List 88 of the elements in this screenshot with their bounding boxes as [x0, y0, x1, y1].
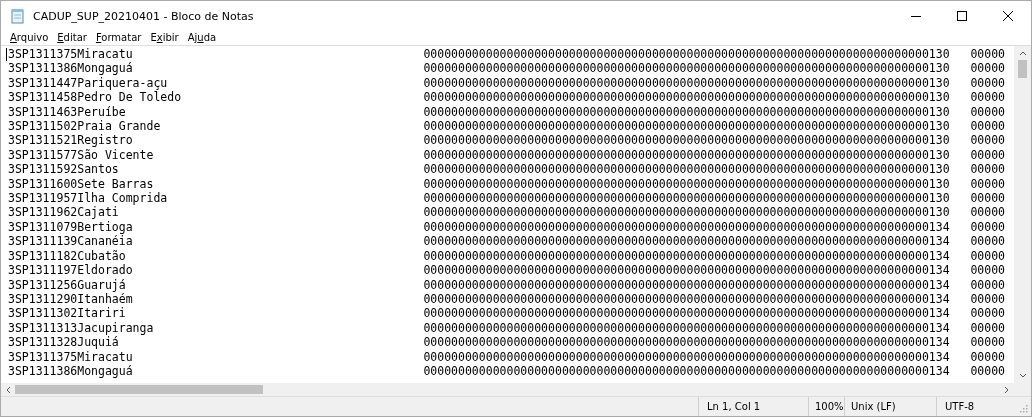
text-line: 0000000000000000000000000000000000000000000000000000000000000000000000000134	[423, 248, 950, 264]
text-line: 00000	[970, 191, 1005, 206]
cursor-position: Ln 1, Col 1	[698, 397, 808, 416]
text-line: 3SP1311447Pariquera-açu	[8, 75, 169, 91]
encoding: UTF-8	[936, 397, 1020, 416]
text-line: 3SP1311197Eldorado	[8, 263, 134, 278]
window-title: CADUP_SUP_20210401 - Bloco de Notas	[33, 9, 254, 23]
text-line: 3SP1311957Ilha Comprida	[8, 191, 169, 206]
resize-grip-icon[interactable]	[1020, 405, 1028, 413]
text-line: 00000	[970, 147, 1005, 163]
text-line: 00000	[970, 205, 1005, 220]
text-line: 00000	[970, 90, 1005, 105]
text-line: 0000000000000000000000000000000000000000000000000000000000000000000000000130	[423, 119, 950, 134]
text-line: 0000000000000000000000000000000000000000000000000000000000000000000000000134	[423, 363, 950, 379]
text-line: 3SP1311375Miracatu	[8, 47, 134, 62]
text-cursor	[6, 48, 7, 61]
text-line: 00000	[970, 219, 1005, 235]
text-line: 0000000000000000000000000000000000000000000000000000000000000000000000000130	[423, 133, 950, 148]
maximize-icon	[957, 11, 967, 21]
zoom-level: 100%	[808, 397, 844, 416]
text-line: 3SP1311502Praia Grande	[8, 119, 162, 134]
text-line: 0000000000000000000000000000000000000000000000000000000000000000000000000130	[423, 147, 950, 163]
text-line: 00000	[970, 234, 1005, 249]
text-line: 3SP1311290Itanhaém	[8, 291, 134, 307]
text-line: 0000000000000000000000000000000000000000000000000000000000000000000000000134	[423, 219, 950, 235]
text-line: 3SP1311256Guarujá	[8, 277, 127, 292]
text-line: 3SP1311313Jacupiranga	[8, 320, 155, 336]
menu-item[interactable]: Formatar	[95, 32, 142, 43]
vertical-scrollbar[interactable]	[1014, 46, 1031, 383]
scroll-thumb[interactable]	[15, 385, 263, 394]
text-line: 0000000000000000000000000000000000000000000000000000000000000000000000000134	[423, 277, 950, 292]
text-line: 0000000000000000000000000000000000000000000000000000000000000000000000000130	[423, 47, 950, 62]
menu-item[interactable]: Ajuda	[187, 32, 217, 43]
notepad-icon	[10, 8, 26, 24]
text-line: 00000	[970, 119, 1005, 134]
text-line: 00000	[970, 248, 1005, 264]
text-line: 00000	[970, 291, 1005, 307]
text-line: 00000	[970, 75, 1005, 91]
text-line: 00000	[970, 176, 1005, 192]
text-line: 3SP1311386Mongaguá	[8, 61, 134, 76]
text-line: 00000	[970, 277, 1005, 292]
text-line: 3SP1311328Juquiá	[8, 335, 120, 350]
text-line: 3SP1311962Cajati	[8, 205, 120, 220]
close-icon	[1003, 11, 1013, 21]
text-line: 0000000000000000000000000000000000000000000000000000000000000000000000000134	[423, 291, 950, 307]
text-line: 0000000000000000000000000000000000000000000000000000000000000000000000000134	[423, 234, 950, 249]
text-line: 00000	[970, 104, 1005, 120]
text-line: 0000000000000000000000000000000000000000000000000000000000000000000000000130	[423, 176, 950, 192]
text-line: 0000000000000000000000000000000000000000000000000000000000000000000000000130	[423, 61, 950, 76]
text-line: 3SP1311079Bertioga	[8, 219, 134, 235]
text-line: 3SP1311302Itariri	[8, 306, 127, 321]
text-line: 0000000000000000000000000000000000000000000000000000000000000000000000000134	[423, 320, 950, 336]
text-line: 00000	[970, 335, 1005, 350]
text-line: 3SP1311592Santos	[8, 162, 120, 177]
text-line: 00000	[970, 363, 1005, 379]
text-line: 0000000000000000000000000000000000000000000000000000000000000000000000000130	[423, 205, 950, 220]
text-line: 0000000000000000000000000000000000000000000000000000000000000000000000000130	[423, 90, 950, 105]
text-line: 0000000000000000000000000000000000000000000000000000000000000000000000000134	[423, 335, 950, 350]
text-line: 0000000000000000000000000000000000000000000000000000000000000000000000000130	[423, 75, 950, 91]
text-line: 3SP1311386Mongaguá	[8, 363, 134, 379]
text-line: 3SP1311463Peruíbe	[8, 104, 127, 120]
text-line: 3SP1311182Cubatão	[8, 248, 127, 264]
menu-item[interactable]: Editar	[57, 32, 87, 43]
text-line: 3SP1311577São Vicente	[8, 147, 155, 163]
text-line: 3SP1311600Sete Barras	[8, 176, 155, 192]
text-line: 00000	[970, 349, 1005, 364]
text-line: 3SP1311458Pedro De Toledo	[8, 90, 183, 105]
text-line: 00000	[970, 133, 1005, 148]
horizontal-scrollbar[interactable]	[1, 383, 1014, 396]
text-line: 0000000000000000000000000000000000000000000000000000000000000000000000000130	[423, 104, 950, 120]
text-line: 00000	[970, 162, 1005, 177]
text-line: 0000000000000000000000000000000000000000000000000000000000000000000000000134	[423, 263, 950, 278]
text-line: 00000	[970, 320, 1005, 336]
scroll-thumb[interactable]	[1018, 60, 1027, 78]
text-line: 00000	[970, 263, 1005, 278]
menu-item[interactable]: Arquivo	[10, 32, 49, 43]
text-line: 3SP1311139Cananéia	[8, 234, 134, 249]
text-line: 0000000000000000000000000000000000000000000000000000000000000000000000000130	[423, 191, 950, 206]
text-line: 00000	[970, 47, 1005, 62]
text-line: 0000000000000000000000000000000000000000000000000000000000000000000000000134	[423, 306, 950, 321]
text-line: 3SP1311521Registro	[8, 133, 134, 148]
text-line: 0000000000000000000000000000000000000000000000000000000000000000000000000130	[423, 162, 950, 177]
text-line: 3SP1311375Miracatu	[8, 349, 134, 364]
line-ending: Unix (LF)	[844, 397, 936, 416]
text-line: 0000000000000000000000000000000000000000000000000000000000000000000000000134	[423, 349, 950, 364]
text-line: 00000	[970, 306, 1005, 321]
text-line: 00000	[970, 61, 1005, 76]
menu-item[interactable]: Exibir	[150, 32, 179, 43]
